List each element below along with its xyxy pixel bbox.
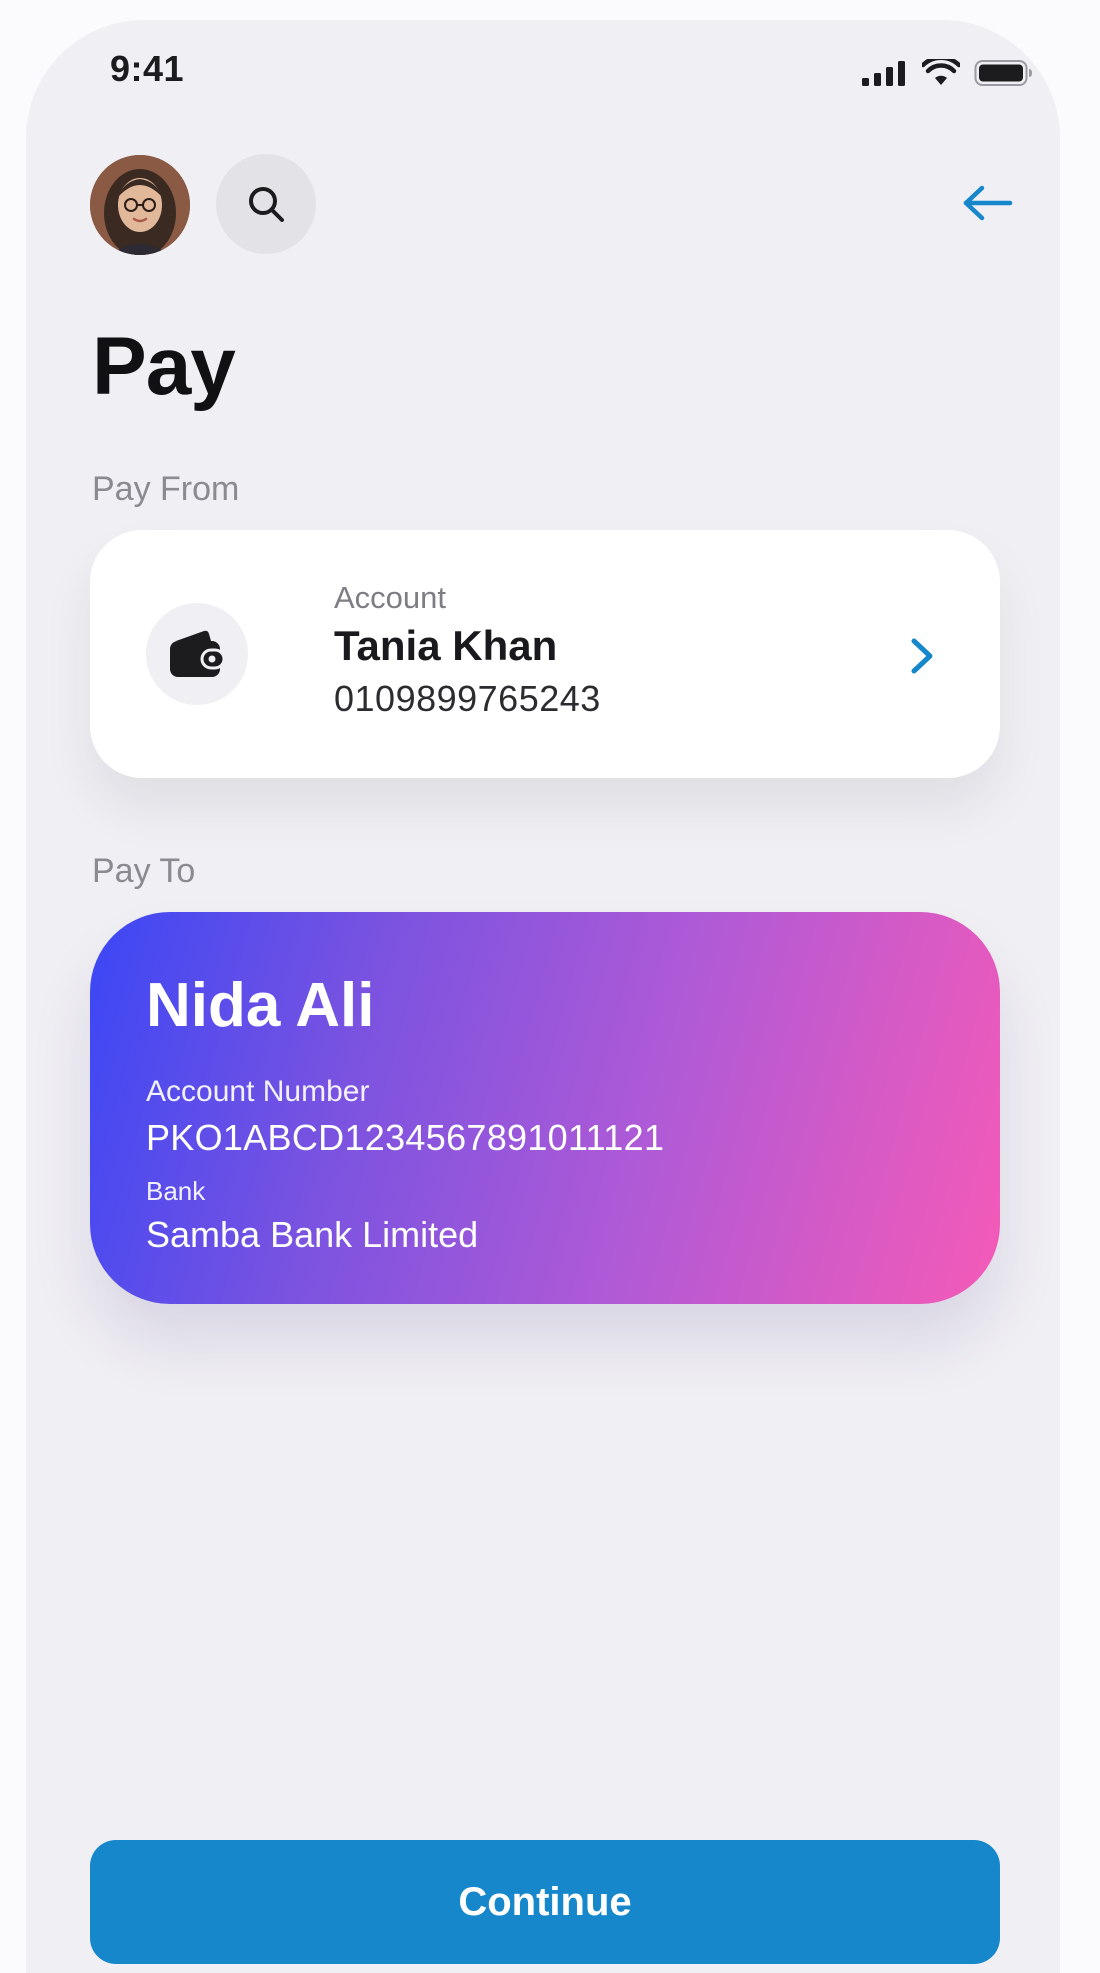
account-holder-name: Tania Khan (334, 622, 558, 669)
account-type-label: Account (334, 580, 447, 615)
back-button[interactable] (958, 178, 1018, 228)
continue-button[interactable]: Continue (90, 1840, 1000, 1964)
recipient-bank-label: Bank (146, 1176, 206, 1206)
arrow-left-icon (963, 185, 1013, 221)
avatar[interactable] (90, 155, 190, 255)
recipient-bank-name: Samba Bank Limited (146, 1214, 479, 1255)
search-icon (249, 187, 284, 222)
user-avatar-icon (90, 155, 190, 255)
device-frame: 9:41 Pay Pay From Account Tania Khan 010… (0, 0, 1100, 1973)
app-screen: 9:41 Pay Pay From Account Tania Khan 010… (26, 20, 1060, 1973)
pay-to-recipient-card[interactable]: Nida Ali Account Number PKO1ABCD12345678… (90, 912, 1000, 1304)
wallet-icon-container (146, 603, 248, 705)
recipient-name: Nida Ali (146, 971, 375, 1040)
select-account-chevron[interactable] (904, 634, 940, 678)
recipient-account-number-label: Account Number (146, 1075, 370, 1108)
pay-from-label: Pay From (92, 470, 240, 508)
status-time: 9:41 (110, 48, 185, 89)
pay-to-label: Pay To (92, 852, 196, 890)
account-number: 0109899765243 (334, 678, 601, 719)
wallet-icon (170, 630, 226, 677)
search-button[interactable] (216, 154, 316, 254)
page-title: Pay (92, 321, 236, 412)
cellular-signal-icon (862, 61, 905, 86)
pay-from-account-card[interactable]: Account Tania Khan 0109899765243 (90, 530, 1000, 778)
battery-icon (974, 60, 1032, 86)
chevron-right-icon (911, 638, 933, 674)
recipient-account-number: PKO1ABCD1234567891011121 (146, 1117, 665, 1158)
wifi-icon (922, 59, 960, 85)
status-icons (862, 58, 1034, 88)
